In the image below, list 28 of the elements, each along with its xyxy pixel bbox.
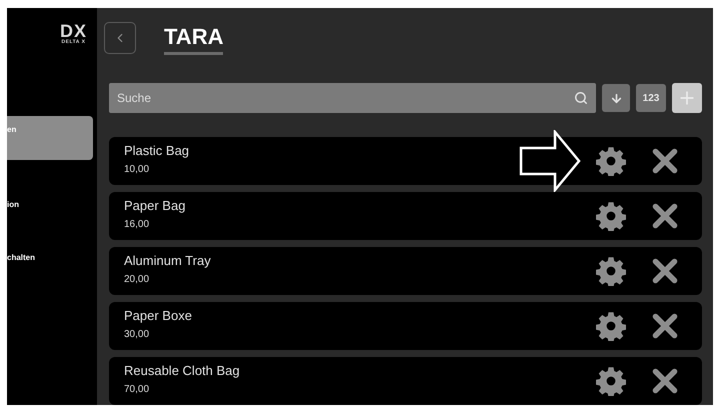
item-name: Reusable Cloth Bag [124, 364, 241, 377]
arrow-down-icon [610, 92, 622, 104]
item-value: 16,00 [124, 220, 150, 230]
item-name: Paper Boxe [124, 309, 193, 322]
page-title: TARA [164, 22, 224, 55]
list-row[interactable]: Aluminum Tray 20,00 [109, 247, 702, 295]
search-icon [574, 91, 588, 105]
numeric-button[interactable]: 123 [636, 84, 666, 112]
item-value: 70,00 [124, 385, 150, 395]
gear-icon[interactable] [596, 311, 626, 341]
list-row[interactable]: Reusable Cloth Bag 70,00 [109, 357, 702, 405]
item-name: Aluminum Tray [124, 254, 212, 267]
sidebar-item[interactable]: ion [7, 167, 97, 213]
search-field[interactable]: Suche [109, 83, 596, 113]
item-name: Paper Bag [124, 199, 186, 212]
list-row[interactable]: Paper Bag 16,00 [109, 192, 702, 240]
item-name: Plastic Bag [124, 144, 190, 157]
item-value: 30,00 [124, 330, 150, 340]
item-value: 20,00 [124, 275, 150, 285]
gear-icon[interactable] [596, 146, 626, 176]
gear-icon[interactable] [596, 366, 626, 396]
list-row[interactable]: Paper Boxe 30,00 [109, 302, 702, 350]
item-value: 10,00 [124, 165, 150, 175]
list-row[interactable]: Plastic Bag 10,00 [109, 137, 702, 185]
gear-icon[interactable] [596, 256, 626, 286]
sort-button[interactable] [602, 84, 630, 112]
sidebar-item[interactable]: chalten [7, 220, 97, 266]
gear-icon[interactable] [596, 201, 626, 231]
